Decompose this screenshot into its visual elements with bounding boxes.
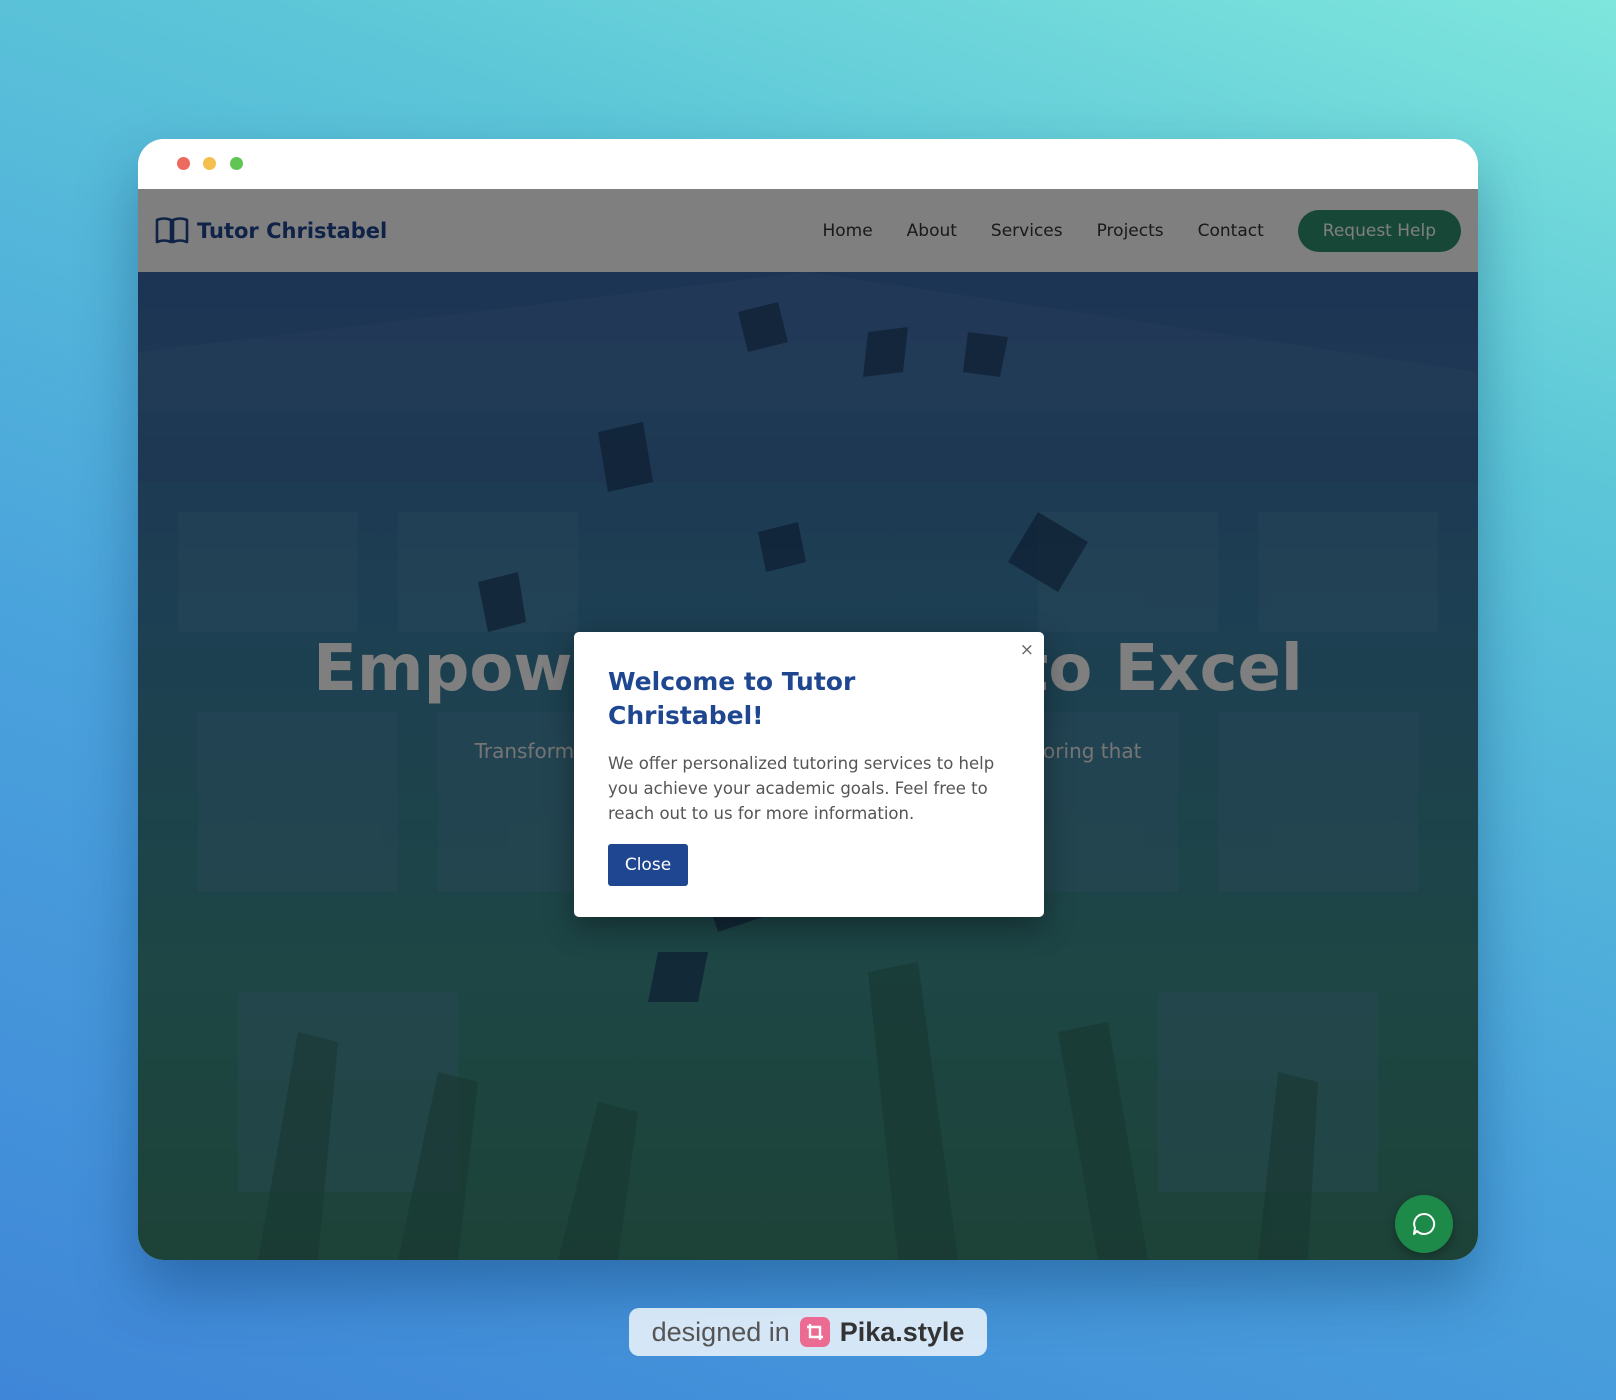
welcome-modal: × Welcome to Tutor Christabel! We offer … [574,632,1044,917]
page-viewport: Tutor Christabel Home About Services Pro… [138,189,1478,1260]
modal-close-icon[interactable]: × [1020,642,1034,659]
window-maximize-button[interactable] [230,157,243,170]
watermark-badge: designed in Pika.style [629,1308,987,1356]
watermark-prefix: designed in [651,1316,790,1347]
modal-close-button[interactable]: Close [608,844,688,886]
watermark-brand: Pika.style [839,1316,965,1347]
chat-bubble-icon [1413,1212,1436,1235]
modal-text: We offer personalized tutoring services … [608,754,995,823]
modal-title: Welcome to Tutor Christabel! [608,667,856,730]
window-minimize-button[interactable] [203,157,216,170]
chat-button[interactable] [1395,1195,1453,1253]
browser-window: Tutor Christabel Home About Services Pro… [138,139,1478,1260]
window-titlebar [138,139,1478,189]
pika-logo-icon [799,1317,830,1347]
window-close-button[interactable] [177,157,190,170]
